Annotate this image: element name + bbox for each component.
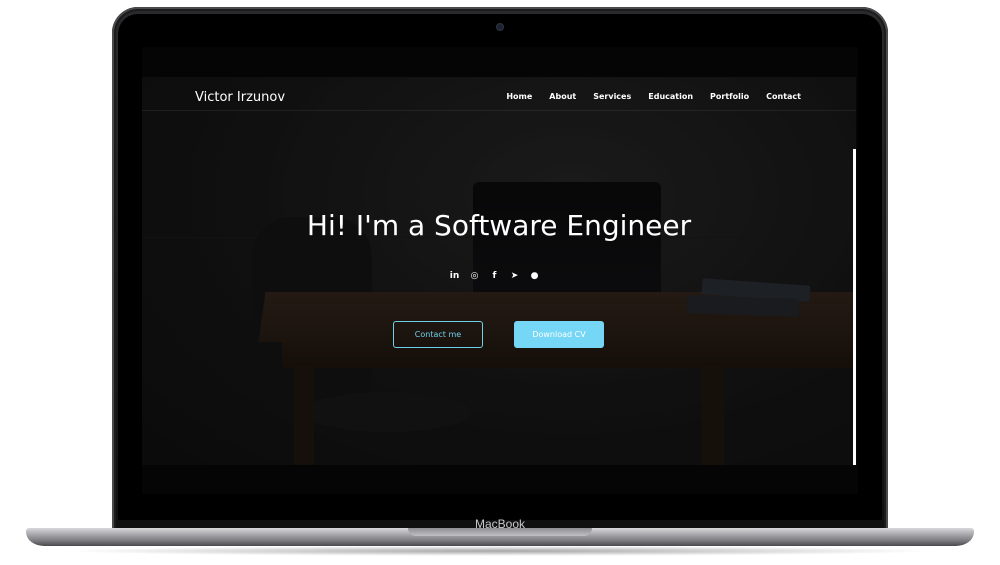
social-links: in ◎ f ➤ ● [449,270,540,281]
linkedin-icon[interactable]: in [449,270,460,281]
instagram-icon[interactable]: ◎ [469,270,480,281]
telegram-icon[interactable]: ➤ [509,270,520,281]
device-brand-label: MacBook [474,517,526,531]
nav-menu: Home About Services Education Portfolio … [506,92,801,101]
nav-item-education[interactable]: Education [648,92,693,101]
github-icon[interactable]: ● [529,270,540,281]
hero-title: Hi! I'm a Software Engineer [306,209,692,242]
screen: Victor Irzunov Home About Services Educa… [142,47,858,494]
camera-icon [497,24,503,30]
website: Victor Irzunov Home About Services Educa… [142,77,856,465]
site-logo[interactable]: Victor Irzunov [195,90,285,105]
nav-item-contact[interactable]: Contact [766,92,801,101]
scrollbar[interactable] [853,149,856,465]
nav-item-services[interactable]: Services [593,92,631,101]
navbar: Victor Irzunov Home About Services Educa… [142,77,856,111]
nav-item-about[interactable]: About [549,92,576,101]
contact-me-button[interactable]: Contact me [393,321,483,348]
download-cv-button[interactable]: Download CV [514,321,604,348]
nav-item-home[interactable]: Home [506,92,532,101]
nav-item-portfolio[interactable]: Portfolio [710,92,749,101]
laptop-mockup: Victor Irzunov Home About Services Educa… [0,0,1000,565]
facebook-icon[interactable]: f [489,270,500,281]
